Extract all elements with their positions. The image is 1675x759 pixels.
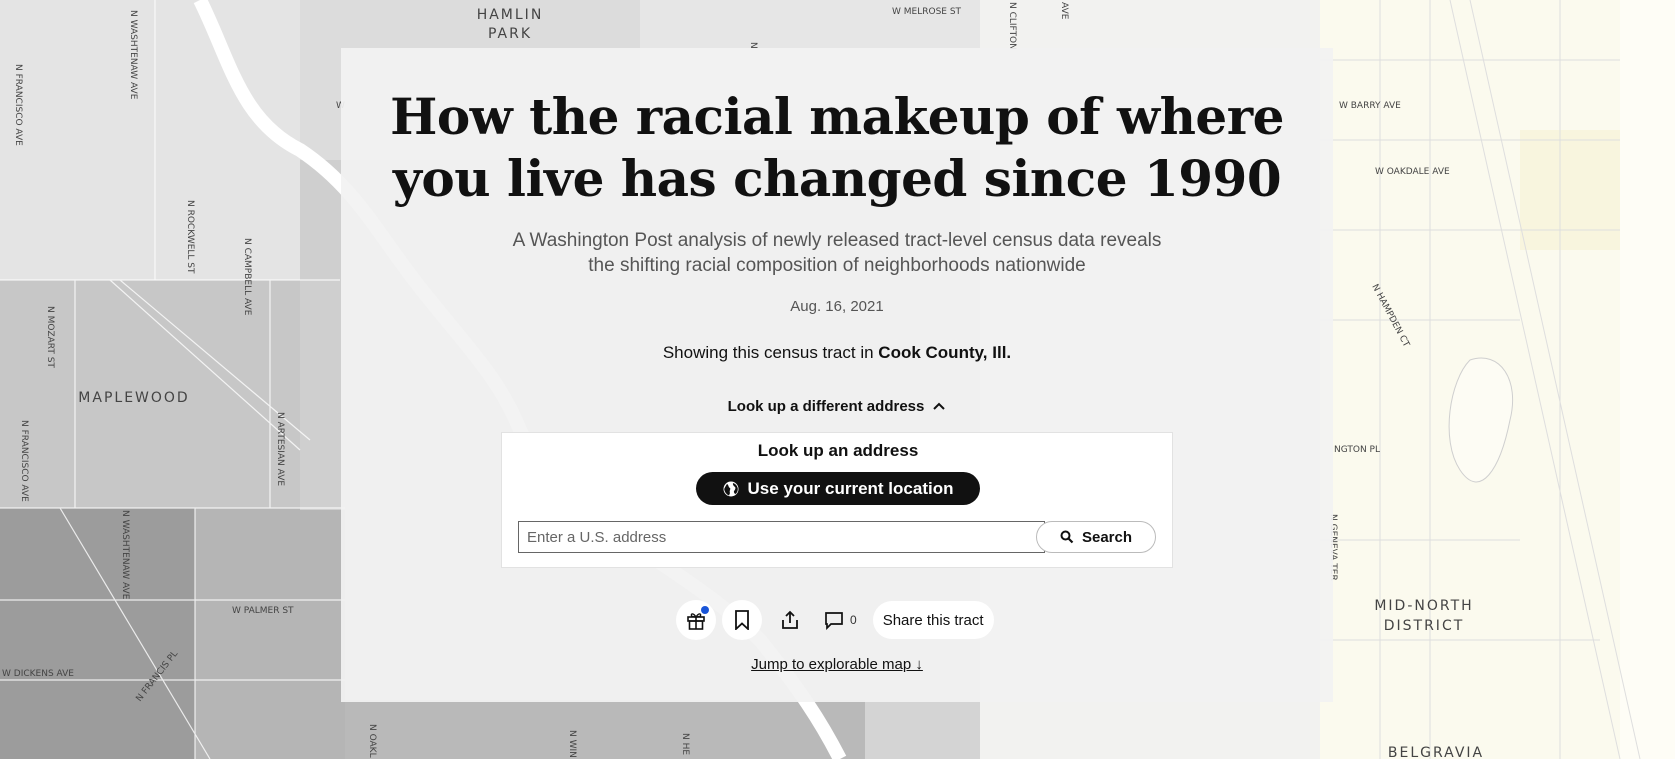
bookmark-button[interactable]: [722, 600, 762, 640]
bookmark-icon: [735, 610, 749, 630]
article-header-card: How the racial makeup of where you live …: [341, 48, 1333, 702]
map-street-label: N WIN: [567, 730, 577, 758]
gift-button[interactable]: [676, 600, 716, 640]
map-label: PARK: [488, 26, 532, 42]
article-subtitle: A Washington Post analysis of newly rele…: [491, 228, 1183, 278]
map-label: HAMLIN: [477, 7, 544, 23]
search-button[interactable]: Search: [1036, 521, 1156, 553]
tract-location-line: Showing this census tract in Cook County…: [341, 343, 1333, 363]
map-tract: [345, 700, 865, 759]
map-street-label: N FRANCISCO AVE: [13, 64, 23, 146]
search-button-label: Search: [1081, 528, 1133, 546]
map-street-label: N OAKL: [367, 724, 377, 758]
map-street-label: N ROCKWELL ST: [185, 200, 195, 274]
search-icon: [1060, 530, 1074, 544]
address-input[interactable]: [518, 521, 1045, 553]
map-label: DISTRICT: [1384, 618, 1465, 634]
map-tract: [195, 508, 345, 759]
map-street-label: W PALMER ST: [232, 606, 294, 616]
lookup-toggle-button[interactable]: Look up a different address: [701, 394, 973, 418]
map-tract: [1620, 0, 1675, 759]
share-button[interactable]: [768, 600, 812, 640]
map-street-label: W DICKENS AVE: [2, 669, 74, 679]
map-street-label: W MELROSE ST: [892, 7, 962, 17]
map-street-label: N FRANCISCO AVE: [19, 420, 29, 502]
map-street-label: N CAMPBELL AVE: [242, 238, 252, 316]
showing-prefix: Showing this census tract in: [662, 343, 874, 362]
share-tract-button[interactable]: Share this tract: [872, 601, 994, 639]
use-current-location-button[interactable]: Use your current location: [696, 472, 980, 505]
map-tract: [0, 508, 195, 759]
share-toolbar: 0 Share this tract: [676, 600, 994, 640]
address-lookup-panel: Look up an address Use your current loca…: [501, 432, 1173, 568]
map-street-label: N CLIFTON: [1007, 2, 1017, 50]
map-street-label: AVE: [1059, 2, 1069, 20]
comments-button[interactable]: 0: [818, 600, 863, 640]
map-street-label: N WASHTENAW AVE: [128, 10, 138, 100]
article-title: How the racial makeup of where you live …: [341, 86, 1333, 210]
map-street-label: N ARTESIAN AVE: [275, 412, 285, 486]
tract-location: Cook County, Ill.: [878, 343, 1012, 362]
globe-icon: [723, 481, 739, 496]
map-street-label: N WASHTENAW AVE: [120, 510, 130, 600]
map-tract: [1520, 130, 1620, 250]
comment-icon: [825, 612, 843, 630]
share-icon: [782, 610, 798, 629]
subtitle-line: the shifting racial composition of neigh…: [588, 255, 1086, 276]
chevron-up-icon: [933, 402, 946, 410]
notification-dot: [701, 606, 709, 614]
map-label: MAPLEWOOD: [78, 390, 189, 406]
lookup-toggle-label: Look up a different address: [727, 397, 925, 415]
map-street-label: W BARRY AVE: [1339, 101, 1401, 111]
subtitle-line: A Washington Post analysis of newly rele…: [512, 230, 1162, 251]
map-label: MID-NORTH: [1374, 598, 1473, 614]
publish-date: Aug. 16, 2021: [790, 298, 884, 315]
map-street-label: NGTON PL: [1334, 445, 1380, 455]
map-street-label: W OAKDALE AVE: [1375, 167, 1450, 177]
map-street-label: N HE: [680, 733, 690, 755]
map-label: BELGRAVIA: [1388, 745, 1484, 759]
title-line: How the racial makeup of where: [390, 87, 1284, 146]
lookup-title: Look up an address: [757, 441, 919, 460]
title-line: you live has changed since 1990: [392, 149, 1282, 208]
jump-to-map-link[interactable]: Jump to explorable map ↓: [341, 656, 1333, 673]
comment-count: 0: [850, 613, 857, 627]
use-current-location-label: Use your current location: [747, 478, 954, 498]
map-tract: [0, 0, 300, 280]
map-street-label: N MOZART ST: [45, 306, 55, 368]
